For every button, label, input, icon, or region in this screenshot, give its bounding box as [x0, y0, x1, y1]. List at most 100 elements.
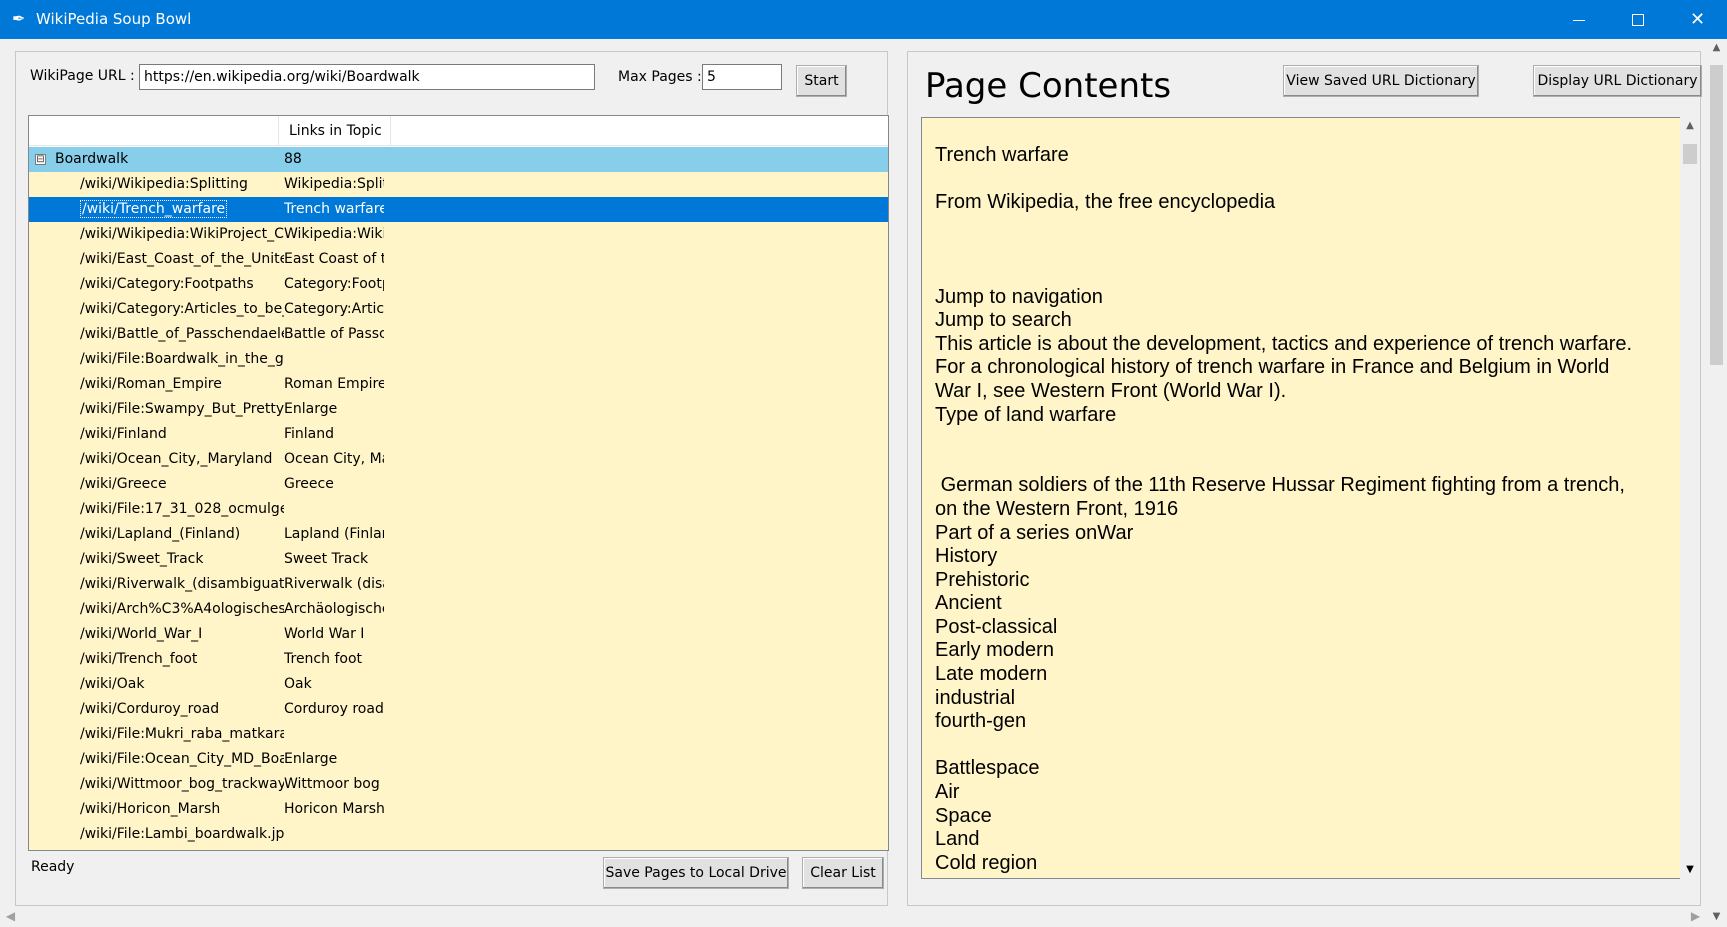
window-vertical-scrollbar[interactable]: ▲ ▼: [1706, 39, 1727, 927]
row-path-text: /wiki/Arch%C3%A4ologisches: [80, 601, 284, 617]
tree-root-row[interactable]: ⊟ Boardwalk 88: [29, 147, 888, 172]
table-row[interactable]: /wiki/Corduroy_road Corduroy road: [29, 697, 888, 722]
row-topic: Riverwalk (disar: [284, 576, 384, 592]
row-path-text: /wiki/Wikipedia:Splitting: [80, 176, 248, 192]
table-row[interactable]: /wiki/File:Mukri_raba_matkara: [29, 722, 888, 747]
scroll-right-icon[interactable]: ▶: [1687, 906, 1704, 927]
row-topic: Oak: [284, 676, 312, 692]
status-text: Ready: [31, 859, 75, 875]
display-dictionary-button[interactable]: Display URL Dictionary: [1533, 65, 1702, 97]
table-row[interactable]: /wiki/Wikipedia:Splitting Wikipedia:Split…: [29, 172, 888, 197]
root-count: 88: [284, 151, 302, 167]
tree-header-col-links[interactable]: Links in Topic: [279, 116, 391, 146]
table-row[interactable]: /wiki/File:Swampy_But_Pretty_ Enlarge: [29, 397, 888, 422]
window-scroll-thumb[interactable]: [1710, 65, 1723, 365]
row-topic: Enlarge: [284, 401, 338, 417]
row-path: /wiki/Arch%C3%A4ologisches: [80, 597, 284, 622]
scroll-left-icon[interactable]: ◀: [2, 906, 19, 927]
table-row[interactable]: /wiki/Trench_foot Trench foot: [29, 647, 888, 672]
table-row[interactable]: /wiki/File:Ocean_City_MD_Boa Enlarge: [29, 747, 888, 772]
row-path: /wiki/Battle_of_Passchendaele: [80, 322, 284, 347]
table-row[interactable]: /wiki/Riverwalk_(disambiguati Riverwalk (…: [29, 572, 888, 597]
row-topic: Wikipedia:Splitt: [284, 176, 384, 192]
row-path-text: /wiki/Category:Footpaths: [80, 276, 254, 292]
row-path-text: /wiki/Roman_Empire: [80, 376, 222, 392]
row-path-text: /wiki/Corduroy_road: [80, 701, 220, 717]
row-path: /wiki/Roman_Empire: [80, 372, 284, 397]
window-scroll-up-icon[interactable]: ▲: [1706, 39, 1727, 56]
row-path: /wiki/File:Swampy_But_Pretty_: [80, 397, 284, 422]
table-row[interactable]: /wiki/File:17_31_028_ocmulge: [29, 497, 888, 522]
row-topic: Enlarge: [284, 751, 338, 767]
save-pages-button[interactable]: Save Pages to Local Drive: [603, 857, 789, 889]
table-row[interactable]: /wiki/Category:Articles_to_be_ Category:A…: [29, 297, 888, 322]
row-path-text: /wiki/Oak: [80, 676, 145, 692]
tree-header: Links in Topic: [29, 116, 888, 146]
table-row[interactable]: /wiki/Wittmoor_bog_trackway Wittmoor bog …: [29, 772, 888, 797]
table-row-selected[interactable]: /wiki/Trench_warfare Trench warfare: [29, 197, 888, 222]
row-path-text: /wiki/File:Boardwalk_in_the_gı: [80, 351, 284, 367]
row-path: /wiki/Corduroy_road: [80, 697, 284, 722]
content-scrollbar[interactable]: ▲ ▼: [1680, 117, 1700, 879]
row-topic: Horicon Marsh: [284, 801, 384, 817]
row-path: /wiki/Wikipedia:WikiProject_C: [80, 222, 284, 247]
row-path-text: /wiki/Category:Articles_to_be_: [80, 301, 284, 317]
table-row[interactable]: /wiki/East_Coast_of_the_Unite East Coast …: [29, 247, 888, 272]
row-path: /wiki/Trench_foot: [80, 647, 284, 672]
table-row[interactable]: /wiki/Lapland_(Finland) Lapland (Finlan: [29, 522, 888, 547]
window-scroll-down-icon[interactable]: ▼: [1706, 908, 1727, 925]
view-saved-dictionary-button[interactable]: View Saved URL Dictionary: [1283, 65, 1479, 97]
row-path: /wiki/Category:Articles_to_be_: [80, 297, 284, 322]
tree-header-col-name[interactable]: [29, 116, 279, 146]
row-path: /wiki/World_War_I: [80, 622, 284, 647]
row-path: /wiki/File:17_31_028_ocmulge: [80, 497, 284, 522]
row-path-text: /wiki/Sweet_Track: [80, 551, 204, 567]
row-path: /wiki/Wittmoor_bog_trackway: [80, 772, 284, 797]
table-row[interactable]: /wiki/Wikipedia:WikiProject_C Wikipedia:W…: [29, 222, 888, 247]
table-row[interactable]: /wiki/Finland Finland: [29, 422, 888, 447]
clear-list-button[interactable]: Clear List: [802, 857, 884, 889]
collapse-icon[interactable]: ⊟: [35, 154, 46, 165]
table-row[interactable]: /wiki/Oak Oak: [29, 672, 888, 697]
title-bar: ✒ WikiPedia Soup Bowl ✕: [0, 0, 1727, 39]
row-path: /wiki/East_Coast_of_the_Unite: [80, 247, 284, 272]
scroll-down-icon[interactable]: ▼: [1680, 861, 1700, 879]
row-topic: Battle of Passch: [284, 326, 384, 342]
table-row[interactable]: /wiki/Category:Footpaths Category:Footp: [29, 272, 888, 297]
page-content-area[interactable]: Trench warfare From Wikipedia, the free …: [921, 117, 1682, 879]
table-row[interactable]: /wiki/Sweet_Track Sweet Track: [29, 547, 888, 572]
row-path: /wiki/Oak: [80, 672, 284, 697]
row-path-text: /wiki/Greece: [80, 476, 167, 492]
table-row[interactable]: /wiki/Battle_of_Passchendaele Battle of P…: [29, 322, 888, 347]
row-topic: Wikipedia:WikiP: [284, 226, 384, 242]
row-path: /wiki/Lapland_(Finland): [80, 522, 284, 547]
row-path-text: /wiki/Trench_warfare: [80, 200, 228, 218]
close-button[interactable]: ✕: [1668, 0, 1727, 39]
row-path: /wiki/File:Boardwalk_in_the_gı: [80, 347, 284, 372]
url-input[interactable]: https://en.wikipedia.org/wiki/Boardwalk: [139, 64, 595, 90]
start-button[interactable]: Start: [796, 65, 847, 97]
table-row[interactable]: /wiki/World_War_I World War I: [29, 622, 888, 647]
row-path: /wiki/File:Ocean_City_MD_Boa: [80, 747, 284, 772]
row-topic: Archäologische: [284, 601, 384, 617]
row-path-text: /wiki/File:17_31_028_ocmulge: [80, 501, 284, 517]
row-topic: Greece: [284, 476, 334, 492]
table-row[interactable]: /wiki/File:Boardwalk_in_the_gı: [29, 347, 888, 372]
root-name: Boardwalk: [55, 151, 129, 167]
tree-body: ⊟ Boardwalk 88 /wiki/Wikipedia:Splitting…: [29, 147, 888, 850]
table-row[interactable]: /wiki/File:Lambi_boardwalk.jp: [29, 822, 888, 847]
row-path-text: /wiki/File:Mukri_raba_matkara: [80, 726, 284, 742]
scroll-up-icon[interactable]: ▲: [1680, 117, 1700, 135]
table-row[interactable]: /wiki/Roman_Empire Roman Empire: [29, 372, 888, 397]
table-row[interactable]: /wiki/Horicon_Marsh Horicon Marsh: [29, 797, 888, 822]
links-tree[interactable]: Links in Topic ⊟ Boardwalk 88 /wiki/Wiki…: [28, 115, 889, 851]
table-row[interactable]: /wiki/Greece Greece: [29, 472, 888, 497]
content-scroll-thumb[interactable]: [1683, 144, 1697, 164]
row-topic: Sweet Track: [284, 551, 369, 567]
max-pages-input[interactable]: 5: [702, 64, 782, 90]
minimize-button[interactable]: [1549, 0, 1608, 39]
table-row[interactable]: /wiki/Ocean_City,_Maryland Ocean City, Ma: [29, 447, 888, 472]
maximize-button[interactable]: [1608, 0, 1667, 39]
window-horizontal-scrollbar[interactable]: ◀ ▶: [0, 906, 1706, 927]
table-row[interactable]: /wiki/Arch%C3%A4ologisches Archäologische: [29, 597, 888, 622]
